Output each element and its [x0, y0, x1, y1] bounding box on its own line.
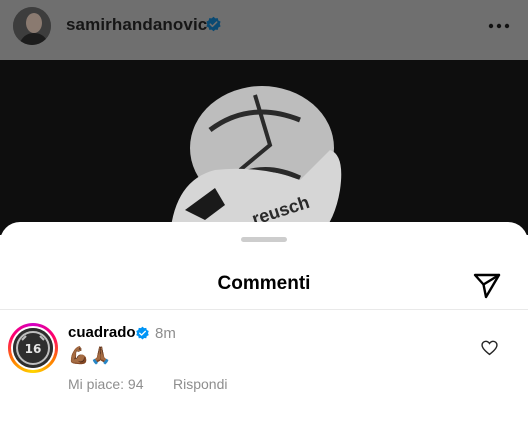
paper-plane-icon[interactable] — [471, 269, 503, 301]
goalkeeper-glove-image: reusch — [0, 60, 528, 235]
avatar-photo-icon — [13, 7, 51, 45]
svg-text:16: 16 — [25, 342, 42, 356]
commenter-avatar[interactable]: 16 — [8, 323, 58, 373]
heart-outline-icon[interactable] — [481, 340, 498, 356]
comments-sheet: Commenti 16 cuadrado 8m 💪🏾🙏🏾 Mi piace: 9… — [0, 222, 528, 422]
verified-badge-icon — [136, 326, 149, 340]
comment-likes-count[interactable]: Mi piace: 94 — [68, 376, 143, 392]
sheet-title: Commenti — [217, 273, 311, 294]
post-header: samirhandanovic — [0, 0, 528, 52]
post-image[interactable]: reusch — [0, 60, 528, 235]
more-options-icon[interactable] — [488, 16, 510, 36]
comment-reply-button[interactable]: Rispondi — [173, 376, 227, 392]
comment-username[interactable]: cuadrado — [68, 324, 136, 341]
comment-text: 💪🏾🙏🏾 — [68, 346, 113, 366]
comment-timestamp: 8m — [155, 325, 176, 342]
sheet-drag-handle[interactable] — [241, 237, 287, 242]
verified-badge-icon — [206, 16, 221, 32]
post-author-username[interactable]: samirhandanovic — [66, 15, 207, 35]
sheet-divider — [0, 309, 528, 310]
post-spacer — [0, 52, 528, 60]
post-author-avatar[interactable] — [13, 7, 51, 45]
commenter-avatar-photo-icon: 16 — [13, 328, 53, 368]
